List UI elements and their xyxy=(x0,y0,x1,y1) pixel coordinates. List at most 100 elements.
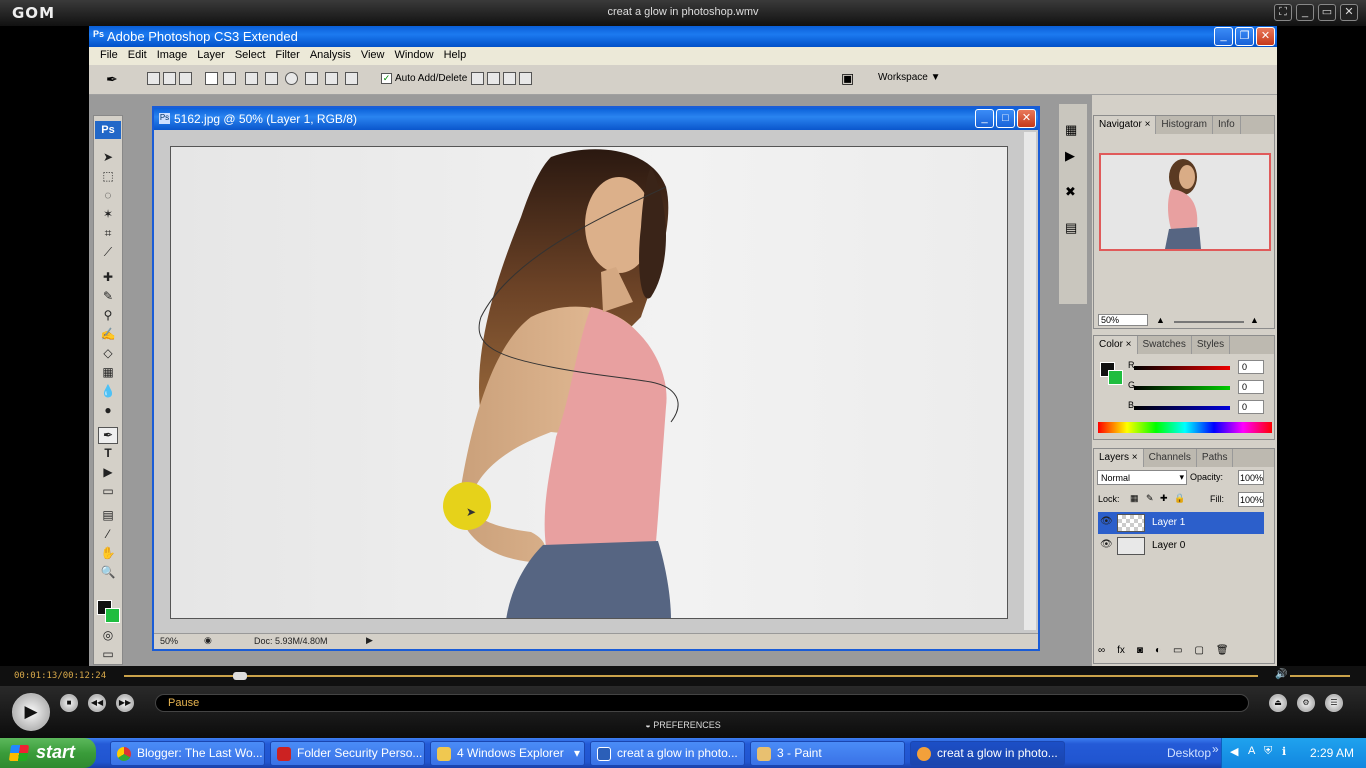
shape-layers-icon[interactable] xyxy=(147,72,160,85)
rounded-rect-icon[interactable] xyxy=(265,72,278,85)
slice-tool-icon[interactable]: ⟋ xyxy=(98,245,118,262)
blue-value[interactable]: 0 xyxy=(1238,400,1264,414)
tab-swatches[interactable]: Swatches xyxy=(1138,336,1192,354)
task-blogger[interactable]: Blogger: The Last Wo... xyxy=(110,741,265,766)
player-maximize-button[interactable]: ▭ xyxy=(1318,4,1336,21)
pen-option-icon[interactable] xyxy=(205,72,218,85)
paths-mode-icon[interactable] xyxy=(163,72,176,85)
path-subtract-icon[interactable] xyxy=(487,72,500,85)
path-intersect-icon[interactable] xyxy=(503,72,516,85)
doc-minimize-button[interactable]: _ xyxy=(975,109,994,128)
lock-image-icon[interactable]: ✎ xyxy=(1146,493,1154,504)
equalizer-button[interactable]: ⚙ xyxy=(1297,694,1315,712)
seek-track[interactable] xyxy=(124,675,1258,677)
healing-brush-icon[interactable]: ✚ xyxy=(98,270,118,287)
blur-tool-icon[interactable]: 💧 xyxy=(98,384,118,401)
type-tool-icon[interactable]: T xyxy=(98,446,118,463)
delete-layer-icon[interactable]: 🗑 xyxy=(1216,645,1229,656)
tab-histogram[interactable]: Histogram xyxy=(1156,116,1213,134)
chevron-right-icon[interactable]: » xyxy=(1212,742,1219,756)
line-tool-icon[interactable] xyxy=(325,72,338,85)
red-value[interactable]: 0 xyxy=(1238,360,1264,374)
tray-language-icon[interactable]: A xyxy=(1248,745,1255,757)
brushes-panel-icon[interactable]: ▦ xyxy=(1065,122,1077,138)
new-layer-icon[interactable]: ▢ xyxy=(1194,645,1203,656)
crop-tool-icon[interactable]: ⌗ xyxy=(98,226,118,243)
quick-mask-icon[interactable]: ◎ xyxy=(98,628,118,645)
ps-maximize-button[interactable]: ❐ xyxy=(1235,27,1254,46)
freeform-pen-icon[interactable] xyxy=(223,72,236,85)
zoom-tool-icon[interactable]: 🔍 xyxy=(98,565,118,582)
blend-mode-select[interactable]: Normal ▾ xyxy=(1097,470,1187,485)
fill-pixels-icon[interactable] xyxy=(179,72,192,85)
tray-info-icon[interactable]: ℹ xyxy=(1282,745,1286,758)
stop-button[interactable]: ■ xyxy=(60,694,78,712)
auto-add-delete-checkbox[interactable]: ✓ xyxy=(381,73,392,84)
task-folder-security[interactable]: Folder Security Perso... xyxy=(270,741,425,766)
layer-row-layer-0[interactable]: 👁 Layer 0 xyxy=(1098,535,1264,557)
start-button[interactable]: start xyxy=(0,738,96,768)
lock-transparency-icon[interactable]: ▦ xyxy=(1130,493,1139,504)
screen-mode-icon[interactable]: ▭ xyxy=(98,647,118,664)
tray-shield-icon[interactable]: ⛨ xyxy=(1264,745,1272,758)
actions-panel-icon[interactable]: ▶ xyxy=(1065,148,1075,164)
tab-info[interactable]: Info xyxy=(1213,116,1241,134)
move-tool-icon[interactable]: ➤ xyxy=(98,150,118,167)
workspace-dropdown[interactable]: Workspace ▼ xyxy=(878,72,941,83)
layer-row-layer-1[interactable]: 👁 Layer 1 xyxy=(1098,512,1264,534)
polygon-icon[interactable] xyxy=(305,72,318,85)
status-menu-arrow-icon[interactable]: ▶ xyxy=(366,635,373,646)
color-background-swatch[interactable] xyxy=(1108,370,1123,385)
red-slider[interactable] xyxy=(1134,366,1230,370)
task-windows-explorer[interactable]: 4 Windows Explorer ▾ xyxy=(430,741,585,766)
notes-tool-icon[interactable]: ▤ xyxy=(98,508,118,525)
image-canvas[interactable] xyxy=(170,146,1008,619)
preferences-button[interactable]: ◒ PREFERENCES xyxy=(0,720,1366,730)
magic-wand-icon[interactable]: ✶ xyxy=(98,207,118,224)
visibility-eye-icon[interactable]: 👁 xyxy=(1100,539,1113,550)
shape-tool-icon[interactable]: ▭ xyxy=(98,484,118,501)
bridge-icon[interactable]: ▣ xyxy=(841,70,854,87)
layer-style-icon[interactable]: fx xyxy=(1117,645,1125,656)
green-slider[interactable] xyxy=(1134,386,1230,390)
tray-back-icon[interactable]: ◀ xyxy=(1230,745,1238,758)
tab-paths[interactable]: Paths xyxy=(1197,449,1234,467)
layer-comps-icon[interactable]: ▤ xyxy=(1065,220,1077,236)
tab-channels[interactable]: Channels xyxy=(1144,449,1197,467)
custom-shape-icon[interactable] xyxy=(345,72,358,85)
zoom-in-icon[interactable]: ▲ xyxy=(1250,315,1259,325)
path-exclude-icon[interactable] xyxy=(519,72,532,85)
visibility-eye-icon[interactable]: 👁 xyxy=(1100,516,1113,527)
tab-color[interactable]: Color × xyxy=(1094,336,1138,354)
rectangle-shape-icon[interactable] xyxy=(245,72,258,85)
green-value[interactable]: 0 xyxy=(1238,380,1264,394)
menu-image[interactable]: Image xyxy=(152,47,193,65)
lasso-tool-icon[interactable]: ◌ xyxy=(98,188,118,205)
navigator-zoom-field[interactable]: 50% xyxy=(1098,314,1148,326)
marquee-tool-icon[interactable]: ⬚ xyxy=(98,169,118,186)
ps-minimize-button[interactable]: _ xyxy=(1214,27,1233,46)
navigator-zoom-slider[interactable] xyxy=(1174,321,1244,323)
tab-styles[interactable]: Styles xyxy=(1192,336,1231,354)
menu-file[interactable]: File xyxy=(95,47,123,65)
status-options-icon[interactable]: ◉ xyxy=(204,635,212,646)
task-gom-player[interactable]: creat a glow in photo... xyxy=(910,741,1065,766)
doc-close-button[interactable]: ✕ xyxy=(1017,109,1036,128)
doc-maximize-button[interactable]: □ xyxy=(996,109,1015,128)
previous-button[interactable]: ◀◀ xyxy=(88,694,106,712)
path-selection-icon[interactable]: ▶ xyxy=(98,465,118,482)
menu-analysis[interactable]: Analysis xyxy=(305,47,356,65)
history-brush-icon[interactable]: ✍ xyxy=(98,327,118,344)
player-close-button[interactable]: ✕ xyxy=(1340,4,1358,21)
player-fullscreen-icon[interactable]: ⛶ xyxy=(1274,4,1292,21)
adjustment-layer-icon[interactable]: ◐ xyxy=(1155,645,1161,656)
opacity-field[interactable]: 100% xyxy=(1238,470,1264,485)
navigator-preview[interactable] xyxy=(1099,153,1271,251)
seek-knob[interactable] xyxy=(233,672,247,680)
tab-layers[interactable]: Layers × xyxy=(1094,449,1144,467)
task-word-document[interactable]: creat a glow in photo... xyxy=(590,741,745,766)
lock-position-icon[interactable]: ✚ xyxy=(1160,493,1168,504)
volume-icon[interactable]: 🔊 xyxy=(1275,669,1287,680)
document-vertical-scrollbar[interactable] xyxy=(1024,132,1036,630)
eject-button[interactable]: ⏏ xyxy=(1269,694,1287,712)
